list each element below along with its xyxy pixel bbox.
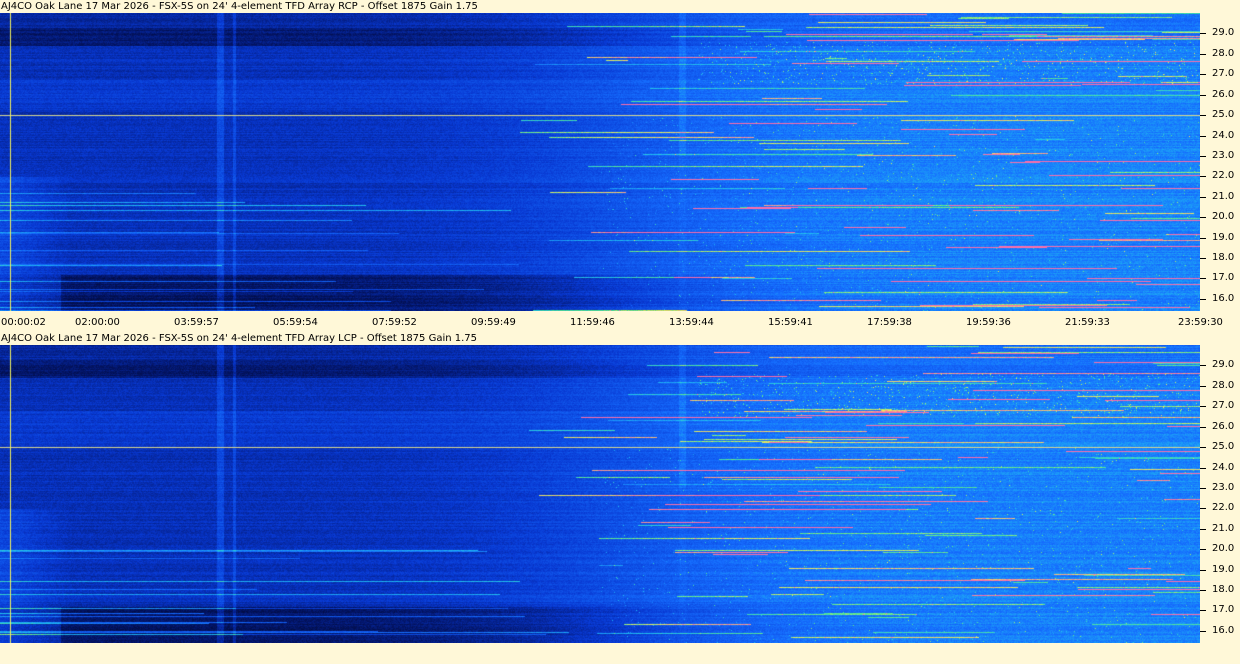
y-tick-label: 21.0 [1212, 190, 1235, 202]
y-tick-label: 27.0 [1212, 400, 1235, 412]
y-tick-label: 26.0 [1212, 420, 1235, 432]
time-axis: 00:00:02 02:00:00 03:59:57 05:59:54 07:59:52… [0, 311, 1240, 332]
y-tick-mark [1200, 237, 1206, 239]
x-tick-label: 23:59:30 [1178, 317, 1223, 328]
spectrogram-canvas [0, 345, 1200, 643]
y-tick-mark [1200, 447, 1206, 449]
y-tick-label: 20.0 [1212, 211, 1235, 223]
x-tick-label: 19:59:36 [966, 317, 1011, 328]
y-tick-mark [1200, 589, 1206, 591]
y-tick-mark [1200, 549, 1206, 551]
x-tick-label: 09:59:49 [471, 317, 516, 328]
y-tick-label: 22.0 [1212, 170, 1235, 182]
y-tick-mark [1200, 508, 1206, 510]
x-tick-label: 11:59:46 [570, 317, 615, 328]
y-tick-mark [1200, 135, 1206, 137]
x-tick-label: 13:59:44 [669, 317, 714, 328]
y-tick-mark [1200, 487, 1206, 489]
y-tick-mark [1200, 94, 1206, 96]
x-tick-label: 15:59:41 [768, 317, 813, 328]
y-tick-label: 23.0 [1212, 481, 1235, 493]
x-tick-label: 03:59:57 [174, 317, 219, 328]
y-tick-label: 25.0 [1212, 441, 1235, 453]
y-tick-mark [1200, 365, 1206, 367]
x-tick-label: 21:59:33 [1065, 317, 1110, 328]
y-tick-label: 27.0 [1212, 68, 1235, 80]
y-tick-label: 17.0 [1212, 272, 1235, 284]
panel-title: AJ4CO Oak Lane 17 Mar 2026 - FSX-5S on 2… [1, 1, 478, 12]
y-tick-label: 28.0 [1212, 47, 1235, 59]
y-tick-mark [1200, 115, 1206, 117]
y-tick-mark [1200, 155, 1206, 157]
y-tick-mark [1200, 528, 1206, 530]
x-tick-label: 07:59:52 [372, 317, 417, 328]
y-tick-label: 22.0 [1212, 502, 1235, 514]
y-tick-label: 26.0 [1212, 88, 1235, 100]
y-tick-mark [1200, 630, 1206, 632]
y-tick-label: 20.0 [1212, 543, 1235, 555]
y-tick-label: 17.0 [1212, 604, 1235, 616]
x-tick-label: 00:00:02 [1, 317, 46, 328]
y-tick-mark [1200, 196, 1206, 198]
y-tick-label: 16.0 [1212, 624, 1235, 636]
y-tick-label: 16.0 [1212, 292, 1235, 304]
spectrogram-panel-lcp: AJ4CO Oak Lane 17 Mar 2026 - FSX-5S on 2… [0, 332, 1240, 664]
y-tick-mark [1200, 33, 1206, 35]
y-tick-mark [1200, 53, 1206, 55]
y-tick-mark [1200, 298, 1206, 300]
y-tick-mark [1200, 74, 1206, 76]
y-tick-label: 29.0 [1212, 27, 1235, 39]
y-tick-mark [1200, 385, 1206, 387]
y-tick-mark [1200, 610, 1206, 612]
frequency-axis: 16.0 17.0 18.0 19.0 20.0 21.0 22.0 23.0 24.0 25.0… [1200, 13, 1240, 311]
panel-title: AJ4CO Oak Lane 17 Mar 2026 - FSX-5S on 2… [1, 333, 478, 344]
y-tick-label: 24.0 [1212, 129, 1235, 141]
y-tick-mark [1200, 426, 1206, 428]
y-tick-mark [1200, 406, 1206, 408]
x-tick-label: 02:00:00 [75, 317, 120, 328]
spectrogram-panel-rcp: AJ4CO Oak Lane 17 Mar 2026 - FSX-5S on 2… [0, 0, 1240, 332]
y-tick-label: 19.0 [1212, 563, 1235, 575]
y-tick-label: 18.0 [1212, 583, 1235, 595]
y-tick-label: 18.0 [1212, 251, 1235, 263]
spectrogram-canvas [0, 13, 1200, 311]
y-tick-mark [1200, 278, 1206, 280]
y-tick-mark [1200, 257, 1206, 259]
y-tick-label: 23.0 [1212, 149, 1235, 161]
x-tick-label: 17:59:38 [867, 317, 912, 328]
y-tick-mark [1200, 569, 1206, 571]
y-tick-mark [1200, 176, 1206, 178]
x-tick-label: 05:59:54 [273, 317, 318, 328]
y-tick-label: 21.0 [1212, 522, 1235, 534]
time-axis [0, 643, 1240, 664]
y-tick-label: 24.0 [1212, 461, 1235, 473]
y-tick-label: 19.0 [1212, 231, 1235, 243]
y-tick-label: 28.0 [1212, 379, 1235, 391]
frequency-axis: 16.0 17.0 18.0 19.0 20.0 21.0 22.0 23.0 24.0 25.0… [1200, 345, 1240, 643]
y-tick-label: 29.0 [1212, 359, 1235, 371]
y-tick-label: 25.0 [1212, 109, 1235, 121]
y-tick-mark [1200, 467, 1206, 469]
y-tick-mark [1200, 217, 1206, 219]
